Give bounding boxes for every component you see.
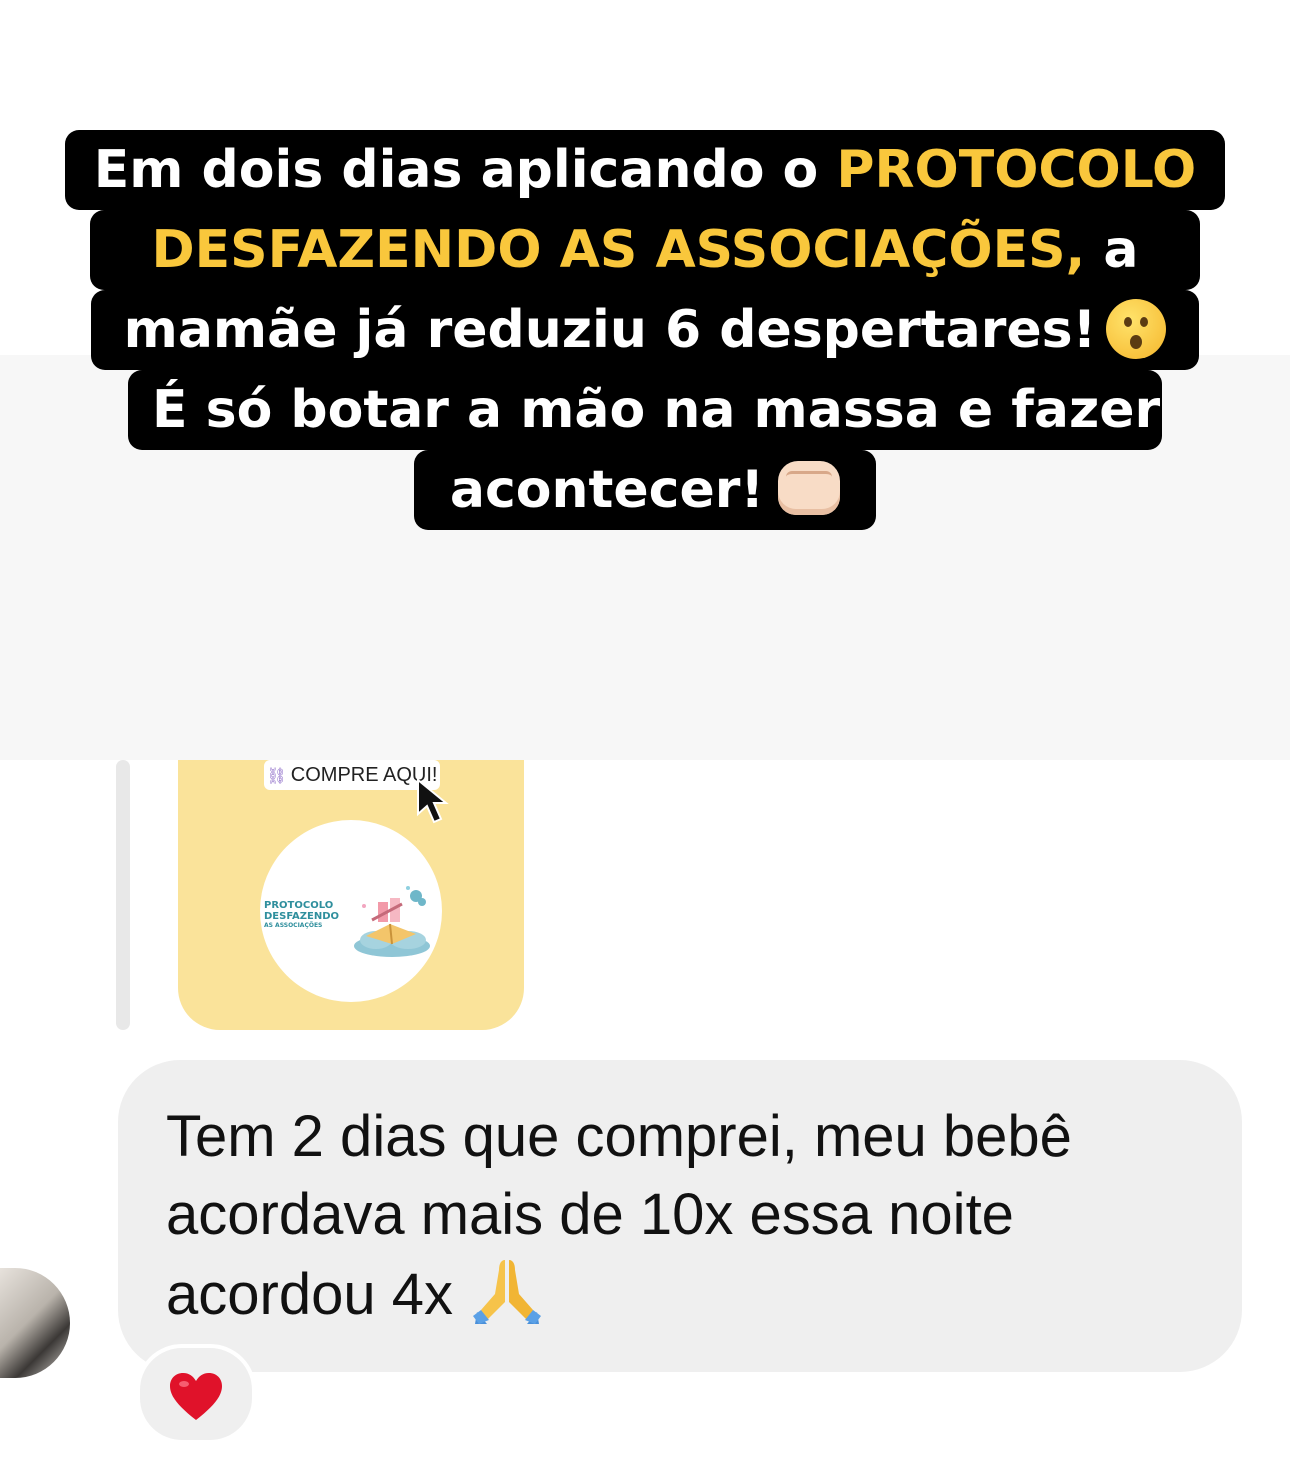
reply-indicator-bar [116,760,130,1030]
message-body: Tem 2 dias que comprei, meu bebê acordav… [166,1104,1072,1327]
astonished-face-icon [1106,299,1167,359]
compre-aqui-link-sticker[interactable]: ⛓ COMPRE AQUI! [264,760,440,790]
story-caption: Em dois dias aplicando o PROTOCOLO DESFA… [0,130,1290,530]
message-reaction[interactable] [136,1344,256,1444]
fist-bump-icon [778,461,841,515]
product-name-line-3: AS ASSOCIAÇÕES [264,922,323,929]
caption-line-1-text: Em dois dias aplicando o [93,140,837,200]
product-logo-text: PROTOCOLO DESFAZENDO AS ASSOCIAÇÕES [264,900,339,930]
message-text: Tem 2 dias que comprei, meu bebê acordav… [166,1098,1206,1334]
link-icon: ⛓ [266,768,287,785]
caption-line-4: É só botar a mão na massa e fazer [128,370,1162,450]
caption-line-1-highlight: PROTOCOLO [836,140,1197,200]
story-reply-card[interactable]: ⛓ COMPRE AQUI! PROTOCOLO DESFAZENDO AS AS… [178,760,524,1030]
folded-hands-icon [472,1260,541,1324]
caption-line-2-text: a [1085,220,1139,280]
caption-line-5-text: acontecer! [449,460,765,520]
caption-line-2-highlight: DESFAZENDO AS ASSOCIAÇÕES, [151,220,1086,280]
product-illustration-icon [354,886,430,957]
product-name-line-1: PROTOCOLO [264,900,334,911]
product-name-line-2: DESFAZENDO [264,911,340,922]
red-heart-icon [170,1373,222,1420]
product-logo-circle: PROTOCOLO DESFAZENDO AS ASSOCIAÇÕES [260,820,442,1002]
message-bubble[interactable]: Tem 2 dias que comprei, meu bebê acordav… [118,1060,1242,1372]
caption-line-5: acontecer! [414,450,876,530]
caption-line-3-text: mamãe já reduziu 6 despertares! [123,300,1097,360]
caption-line-3: mamãe já reduziu 6 despertares! [91,290,1199,370]
caption-line-4-text: É só botar a mão na massa e fazer [152,380,1161,440]
sender-avatar[interactable] [0,1268,70,1378]
caption-line-1: Em dois dias aplicando o PROTOCOLO [65,130,1225,210]
cursor-arrow-icon [417,778,449,824]
caption-line-2: DESFAZENDO AS ASSOCIAÇÕES, a [90,210,1200,290]
